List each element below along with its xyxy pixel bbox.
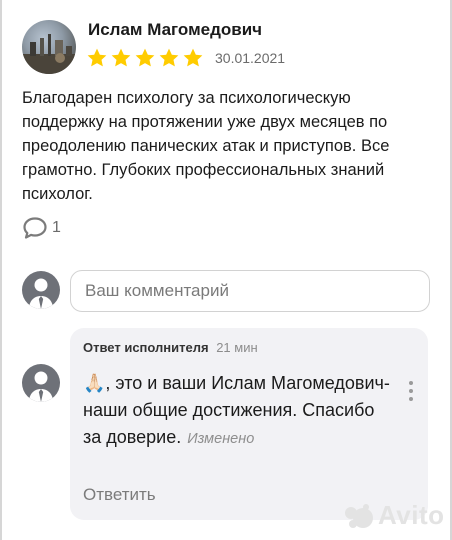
avito-wordmark: Avito	[378, 500, 445, 530]
vertical-dots-icon	[409, 381, 413, 401]
reply-header: Ответ исполнителя 21 мин	[83, 340, 258, 355]
person-silhouette-icon	[29, 371, 53, 402]
reply-time: 21 мин	[216, 340, 258, 355]
star-icon	[111, 48, 131, 67]
star-icon	[87, 48, 107, 67]
reply-count: 1	[52, 219, 61, 236]
review-date: 30.01.2021	[215, 50, 286, 66]
executor-avatar	[22, 364, 60, 402]
star-icon	[159, 48, 179, 67]
author-name[interactable]: Ислам Магомедович	[88, 20, 262, 40]
reply-text: 🙏🏻, это и ваши Ислам Магомедович- наши о…	[83, 370, 393, 453]
avito-watermark: Avito	[344, 500, 445, 531]
left-edge-divider	[0, 0, 2, 540]
reply-author-label: Ответ исполнителя	[83, 340, 209, 355]
user-avatar	[22, 271, 60, 309]
comment-bubble-icon	[23, 217, 47, 239]
more-options-button[interactable]	[408, 380, 414, 407]
review-text: Благодарен психологу за психологическую …	[22, 89, 390, 203]
edited-label: Изменено	[187, 431, 255, 447]
star-icon	[135, 48, 155, 67]
person-silhouette-icon	[29, 278, 53, 309]
comments-button[interactable]: 1	[22, 216, 61, 240]
executor-reply-card: Ответ исполнителя 21 мин 🙏🏻, это и ваши …	[70, 328, 428, 520]
rating-stars	[86, 47, 204, 69]
author-avatar[interactable]	[22, 20, 76, 74]
comment-input[interactable]	[70, 270, 430, 312]
reply-button[interactable]: Ответить	[83, 485, 156, 505]
star-icon	[183, 48, 203, 67]
folded-hands-emoji: 🙏🏻	[83, 373, 106, 393]
avito-logo-icon	[345, 503, 373, 528]
